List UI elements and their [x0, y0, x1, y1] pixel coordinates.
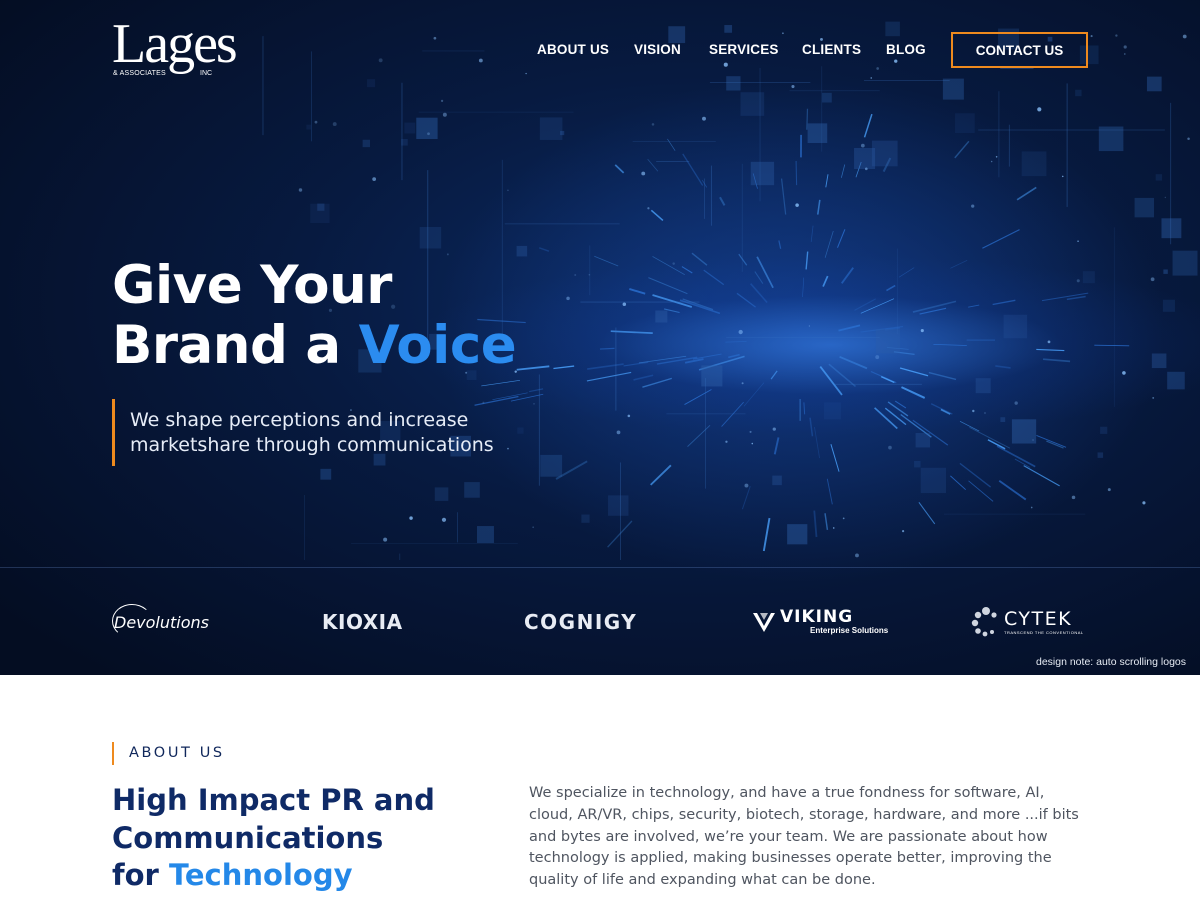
lages-logo[interactable]: Lages & ASSOCIATES INC	[112, 14, 252, 86]
hero-tagline: We shape perceptions and increase market…	[130, 409, 494, 456]
client-logo-devolutions: Devolutions	[112, 600, 209, 644]
client-logo-viking: VIKING Enterprise Solutions	[752, 600, 888, 644]
viking-v-icon	[753, 613, 775, 632]
nav-about-us[interactable]: ABOUT US	[537, 42, 609, 57]
nav-services[interactable]: SERVICES	[709, 42, 779, 57]
headline-line-1: Give Your	[112, 255, 392, 316]
tagline-accent-bar	[112, 399, 115, 466]
about-title-line-1: High Impact PR and	[112, 783, 435, 817]
nav-blog[interactable]: BLOG	[886, 42, 926, 57]
viking-subtext: Enterprise Solutions	[810, 626, 889, 635]
about-title-line-2: Communications	[112, 820, 384, 855]
logo-wordmark: Lages	[112, 13, 238, 75]
hero-divider	[0, 567, 1200, 568]
hero-headline: Give Your Brand a Voice	[112, 255, 517, 376]
contact-us-button[interactable]: CONTACT US	[951, 32, 1088, 68]
client-logo-cytek: CYTEK TRANSCEND THE CONVENTIONAL	[970, 600, 1084, 644]
about-title-accent: Technology	[168, 858, 353, 892]
cytek-subtext: TRANSCEND THE CONVENTIONAL	[1004, 629, 1084, 635]
about-body: We specialize in technology, and have a …	[529, 785, 1079, 889]
about-title: High Impact PR and Communications for Te…	[112, 782, 435, 895]
client-logo-cognigy: COGNIGY	[524, 610, 638, 634]
devolutions-wordmark: Devolutions	[114, 612, 209, 632]
cytek-dots-icon	[971, 607, 997, 637]
logo-inc: INC	[200, 70, 213, 77]
nav-vision[interactable]: VISION	[634, 42, 681, 57]
cytek-wordmark: CYTEK	[1004, 607, 1073, 630]
hero-section: Lages & ASSOCIATES INC ABOUT US VISION S…	[0, 0, 1200, 675]
viking-wordmark: VIKING	[780, 607, 854, 627]
about-eyebrow: ABOUT US	[129, 745, 225, 761]
headline-accent: Voice	[358, 315, 517, 376]
client-logo-kioxia: KIOXIA	[322, 610, 403, 634]
about-title-line-3: for	[112, 858, 169, 892]
about-accent-bar	[112, 742, 114, 765]
design-note: design note: auto scrolling logos	[1035, 656, 1186, 668]
nav-clients[interactable]: CLIENTS	[802, 42, 861, 57]
logo-subtext: & ASSOCIATES	[113, 70, 166, 77]
headline-line-2: Brand a	[112, 315, 359, 376]
